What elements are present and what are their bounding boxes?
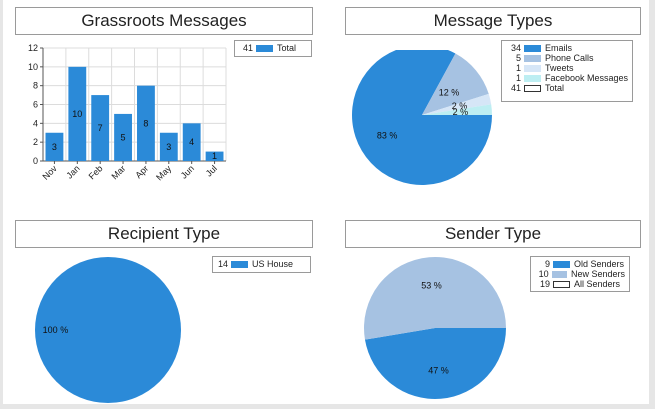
legend-row-total: 41 Total — [506, 83, 628, 93]
legend-count: 1 — [515, 63, 521, 73]
legend-row-all-senders: 19 All Senders — [535, 279, 625, 289]
x-tick-label: Jan — [64, 163, 81, 180]
pie-percent-label: 2 % — [453, 107, 469, 117]
pie-percent-label: 47 % — [428, 365, 449, 375]
sender-type-pie-chart: 47 % 53 % — [364, 256, 506, 399]
legend-row-us-house: 14 US House — [217, 259, 306, 269]
legend-swatch — [231, 260, 248, 268]
legend-swatch — [524, 44, 541, 52]
bar-value-label: 4 — [189, 137, 194, 147]
legend-count: 34 — [510, 43, 521, 53]
y-tick-label: 12 — [28, 43, 38, 53]
bar-value-label: 3 — [166, 142, 171, 152]
legend-row-emails: 34 Emails — [506, 43, 628, 53]
sender-type-title: Sender Type — [345, 220, 641, 248]
x-tick-label: Nov — [40, 163, 59, 182]
dashboard-canvas: Grassroots Messages 0 2 4 6 8 10 12 3 Nov 10 Jan 7 F… — [3, 0, 649, 404]
bar-value-label: 7 — [98, 123, 103, 133]
x-tick-label: Apr — [133, 163, 150, 180]
pie-slice-new-senders — [364, 256, 506, 340]
message-types-title: Message Types — [345, 7, 641, 35]
legend-label: US House — [252, 259, 294, 269]
bar-value-label: 8 — [143, 118, 148, 128]
legend-label: Tweets — [545, 63, 574, 73]
legend-label: Emails — [545, 43, 573, 53]
legend-label: Facebook Messages — [544, 73, 628, 83]
y-tick-label: 0 — [33, 156, 38, 166]
y-tick-label: 8 — [33, 81, 38, 91]
x-tick-label: May — [154, 163, 173, 182]
legend-label: Total — [545, 83, 565, 93]
legend-row-tweets: 1 Tweets — [506, 63, 628, 73]
pie-percent-label: 12 % — [439, 88, 460, 98]
pie-percent-label: 83 % — [377, 131, 398, 141]
legend-row-facebook: 1 Facebook Messages — [506, 73, 628, 83]
legend-count: 14 — [217, 259, 228, 269]
legend-swatch — [256, 44, 273, 52]
sender-type-legend: 9 Old Senders 10 New Senders 19 All Send… — [530, 256, 630, 292]
legend-count: 19 — [539, 279, 550, 289]
bar-value-label: 3 — [52, 142, 57, 152]
legend-label: Phone Calls — [545, 53, 594, 63]
bar-value-label: 5 — [121, 132, 126, 142]
legend-count: 9 — [544, 259, 550, 269]
legend-swatch — [553, 260, 570, 268]
legend-swatch — [524, 64, 541, 72]
legend-row-total: 41 Total — [239, 43, 307, 53]
grassroots-bar-chart: 0 2 4 6 8 10 12 3 Nov 10 Jan 7 Feb 5 Mar 8 Apr 3 May 4 Jun 1 J… — [28, 43, 227, 182]
legend-label: Old Senders — [574, 259, 625, 269]
recipient-type-title: Recipient Type — [15, 220, 313, 248]
legend-row-old-senders: 9 Old Senders — [535, 259, 625, 269]
legend-swatch — [523, 74, 541, 82]
legend-label: New Senders — [570, 269, 625, 279]
pie-slice-old-senders — [364, 328, 506, 399]
x-tick-label: Mar — [109, 163, 127, 181]
x-tick-label: Jul — [204, 163, 219, 178]
legend-count: 41 — [242, 43, 253, 53]
bar-value-label: 10 — [72, 109, 82, 119]
legend-count: 5 — [515, 53, 521, 63]
y-tick-label: 6 — [33, 100, 38, 110]
bar-value-label: 1 — [212, 151, 217, 161]
legend-count: 41 — [510, 83, 521, 93]
grassroots-title: Grassroots Messages — [15, 7, 313, 35]
recipient-type-legend: 14 US House — [212, 256, 311, 273]
y-tick-label: 4 — [33, 118, 38, 128]
legend-swatch — [524, 54, 541, 62]
legend-label: All Senders — [574, 279, 621, 289]
legend-row-new-senders: 10 New Senders — [535, 269, 625, 279]
x-tick-label: Jun — [179, 163, 196, 180]
x-tick-label: Feb — [87, 163, 105, 181]
y-tick-label: 10 — [28, 62, 38, 72]
legend-count: 10 — [538, 269, 549, 279]
legend-count: 1 — [515, 73, 521, 83]
legend-swatch — [524, 84, 541, 92]
message-types-pie-chart: 83 %12 %2 %2 % — [352, 50, 492, 186]
message-types-legend: 34 Emails 5 Phone Calls 1 Tweets 1 Faceb… — [501, 40, 633, 102]
y-tick-label: 2 — [33, 137, 38, 147]
legend-row-phone-calls: 5 Phone Calls — [506, 53, 628, 63]
legend-label: Total — [277, 43, 297, 53]
grassroots-legend: 41 Total — [234, 40, 312, 57]
pie-percent-label: 53 % — [421, 281, 442, 291]
pie-percent-label: 100 % — [43, 325, 69, 335]
legend-swatch — [551, 270, 567, 278]
recipient-type-pie-chart: 100 % — [35, 257, 181, 403]
legend-swatch — [553, 280, 570, 288]
